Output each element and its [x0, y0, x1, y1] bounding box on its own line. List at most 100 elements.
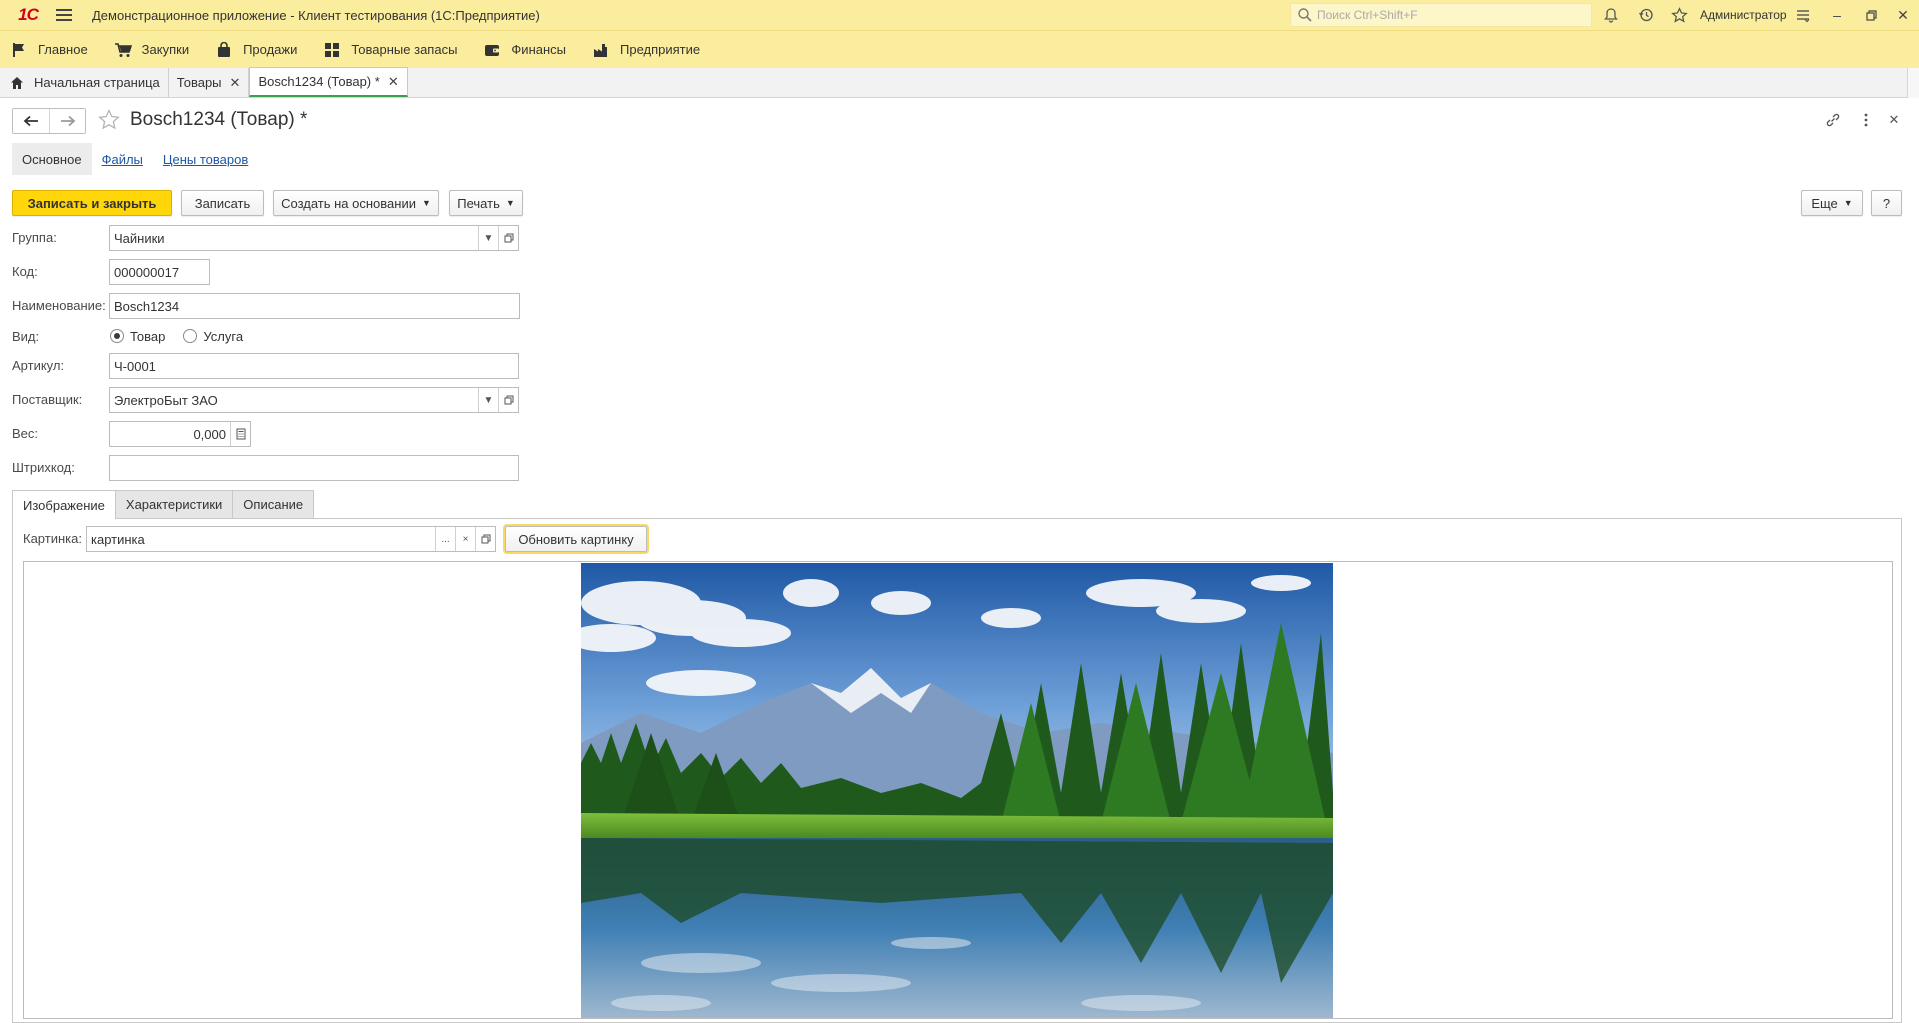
inner-tabs: Изображение Характеристики Описание: [12, 490, 315, 519]
settings-menu-icon[interactable]: [1793, 5, 1813, 25]
main-menu-icon[interactable]: [56, 0, 76, 30]
radio-circle-checked[interactable]: [110, 329, 124, 343]
restore-icon[interactable]: [1861, 5, 1881, 25]
supplier-input[interactable]: [110, 388, 478, 412]
favorite-star-icon[interactable]: [97, 108, 121, 132]
select-button[interactable]: ...: [435, 527, 455, 551]
open-windows-bar: Начальная страница Товары ✕ Bosch1234 (Т…: [0, 67, 1919, 98]
clear-icon[interactable]: ×: [455, 527, 475, 551]
section-label: Главное: [38, 42, 88, 57]
caret-down-icon: ▼: [1843, 198, 1853, 208]
favorites-icon[interactable]: [1669, 5, 1689, 25]
arrow-left-icon: [23, 115, 38, 127]
radio-label: Товар: [130, 328, 166, 344]
barcode-input[interactable]: [110, 456, 518, 480]
weight-input[interactable]: [110, 422, 230, 446]
tab-home-page[interactable]: Начальная страница: [2, 68, 169, 97]
tab-characteristics[interactable]: Характеристики: [114, 490, 234, 518]
user-name[interactable]: Администратор: [1700, 8, 1787, 22]
code-label: Код:: [12, 264, 38, 279]
search-input[interactable]: [1317, 8, 1577, 22]
create-based-on-button[interactable]: Создать на основании ▼: [273, 190, 439, 216]
weight-field[interactable]: [109, 421, 251, 447]
weight-label: Вес:: [12, 426, 39, 441]
tab-description[interactable]: Описание: [232, 490, 315, 518]
more-button[interactable]: Еще ▼: [1801, 190, 1863, 216]
global-search[interactable]: [1290, 3, 1592, 27]
name-input[interactable]: [110, 294, 519, 318]
section-sales[interactable]: Продажи: [215, 41, 297, 59]
refresh-picture-button[interactable]: Обновить картинку: [505, 526, 647, 552]
section-label: Предприятие: [620, 42, 701, 57]
factory-icon: [592, 41, 610, 59]
group-field[interactable]: ▼: [109, 225, 519, 251]
tab-prices[interactable]: Цены товаров: [153, 143, 258, 175]
article-input[interactable]: [110, 354, 518, 378]
bag-icon: [215, 41, 233, 59]
code-field[interactable]: [109, 259, 210, 285]
save-and-close-button[interactable]: Записать и закрыть: [12, 190, 172, 216]
tab-main[interactable]: Основное: [12, 143, 92, 175]
article-field[interactable]: [109, 353, 519, 379]
picture-frame: [23, 561, 1893, 1019]
tab-image[interactable]: Изображение: [12, 490, 116, 519]
section-label: Закупки: [141, 42, 190, 57]
tab-bosch-item[interactable]: Bosch1234 (Товар) * ✕: [249, 67, 408, 97]
tab-label: Товары: [176, 75, 222, 90]
sections-panel: Главное Закупки Продажи Товарные запасы …: [0, 30, 1919, 68]
forward-button[interactable]: [49, 109, 85, 133]
section-label: Продажи: [243, 42, 298, 57]
open-icon[interactable]: [475, 527, 495, 551]
group-label: Группа:: [12, 230, 57, 245]
section-main[interactable]: Главное: [10, 41, 88, 59]
radio-label: Услуга: [203, 328, 244, 344]
picture-field[interactable]: ... ×: [86, 526, 496, 552]
picture-input[interactable]: [87, 527, 435, 551]
article-label: Артикул:: [12, 358, 65, 373]
close-icon[interactable]: ✕: [230, 75, 241, 91]
landscape-image: [581, 563, 1333, 1018]
tabs-scrollbar[interactable]: [1907, 68, 1919, 98]
app-title: Демонстрационное приложение - Клиент тес…: [92, 7, 540, 23]
flag-icon: [10, 41, 28, 59]
code-input[interactable]: [110, 260, 209, 284]
close-window-icon[interactable]: ✕: [1893, 5, 1913, 25]
tab-files[interactable]: Файлы: [92, 143, 153, 175]
link-icon[interactable]: [1823, 110, 1843, 130]
calculator-icon[interactable]: [230, 422, 250, 446]
open-icon[interactable]: [498, 226, 518, 250]
app-logo[interactable]: 1С: [8, 0, 48, 30]
radio-goods[interactable]: Товар: [110, 329, 165, 344]
section-finance[interactable]: Финансы: [483, 41, 566, 59]
history-icon[interactable]: [1636, 5, 1656, 25]
section-label: Товарные запасы: [351, 42, 458, 57]
supplier-field[interactable]: ▼: [109, 387, 519, 413]
grid-icon: [323, 41, 341, 59]
tab-goods[interactable]: Товары ✕: [169, 68, 250, 97]
section-inventory[interactable]: Товарные запасы: [323, 41, 457, 59]
section-enterprise[interactable]: Предприятие: [592, 41, 700, 59]
kind-label: Вид:: [12, 329, 40, 344]
print-button[interactable]: Печать ▼: [449, 190, 523, 216]
name-field[interactable]: [109, 293, 520, 319]
back-button[interactable]: [13, 109, 49, 133]
minimize-icon[interactable]: –: [1827, 5, 1847, 25]
search-icon: [1298, 8, 1312, 22]
save-button[interactable]: Записать: [181, 190, 264, 216]
open-icon[interactable]: [498, 388, 518, 412]
barcode-field[interactable]: [109, 455, 519, 481]
radio-circle[interactable]: [183, 329, 198, 343]
dropdown-icon[interactable]: ▼: [478, 388, 498, 412]
close-icon[interactable]: ✕: [388, 74, 399, 90]
bell-icon[interactable]: [1601, 5, 1621, 25]
section-purchases[interactable]: Закупки: [114, 41, 189, 59]
close-form-icon[interactable]: ✕: [1884, 110, 1904, 130]
radio-service[interactable]: Услуга: [183, 329, 243, 344]
dropdown-icon[interactable]: ▼: [478, 226, 498, 250]
help-button[interactable]: ?: [1871, 190, 1902, 216]
tab-label: Начальная страница: [34, 75, 160, 90]
more-vertical-icon[interactable]: [1856, 110, 1876, 130]
form-tabs: Основное Файлы Цены товаров: [12, 143, 258, 175]
group-input[interactable]: [110, 226, 478, 250]
arrow-right-icon: [60, 115, 75, 127]
